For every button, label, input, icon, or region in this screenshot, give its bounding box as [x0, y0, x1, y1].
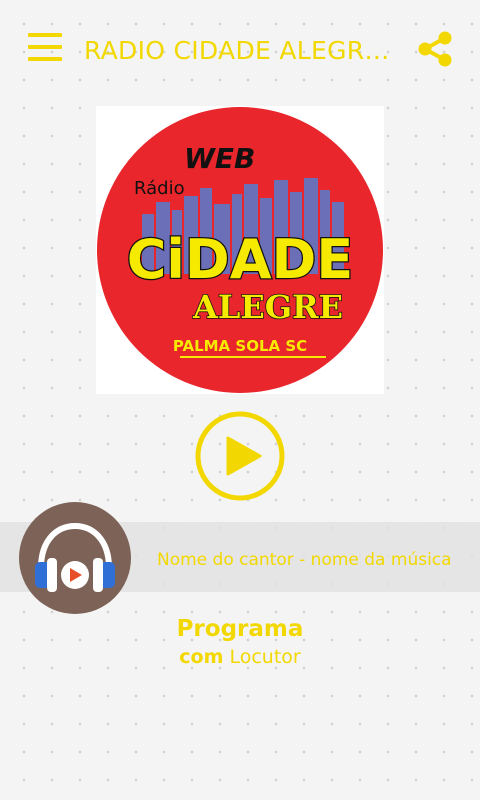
app-bar: RADIO CIDADE ALEGRE... [0, 0, 480, 96]
play-button[interactable] [194, 410, 286, 502]
menu-line [28, 33, 62, 37]
now-playing-track: Nome do cantor - nome da música [157, 550, 452, 570]
play-icon [195, 411, 285, 501]
headphones-icon [35, 522, 115, 592]
app-title: RADIO CIDADE ALEGRE... [84, 36, 402, 65]
logo-cidade-text: CiDADE [127, 228, 353, 291]
announcer-name: Locutor [229, 646, 301, 668]
announcer-prefix: com [179, 646, 224, 668]
program-announcer: com Locutor [0, 644, 480, 670]
menu-line [28, 57, 62, 61]
logo-alegre-text: ALEGRE [192, 288, 343, 326]
program-name: Programa [176, 616, 304, 642]
logo-radio-text: Rádio [134, 178, 185, 199]
share-icon[interactable] [416, 30, 454, 68]
menu-line [28, 45, 62, 49]
logo-web-text: WEB [184, 142, 255, 175]
program-avatar [19, 502, 131, 614]
station-logo: WEB Rádio CiDADE ALEGRE PALMA SOLA SC [96, 106, 384, 394]
menu-button[interactable] [28, 32, 62, 62]
logo-city-text: PALMA SOLA SC [173, 337, 307, 355]
